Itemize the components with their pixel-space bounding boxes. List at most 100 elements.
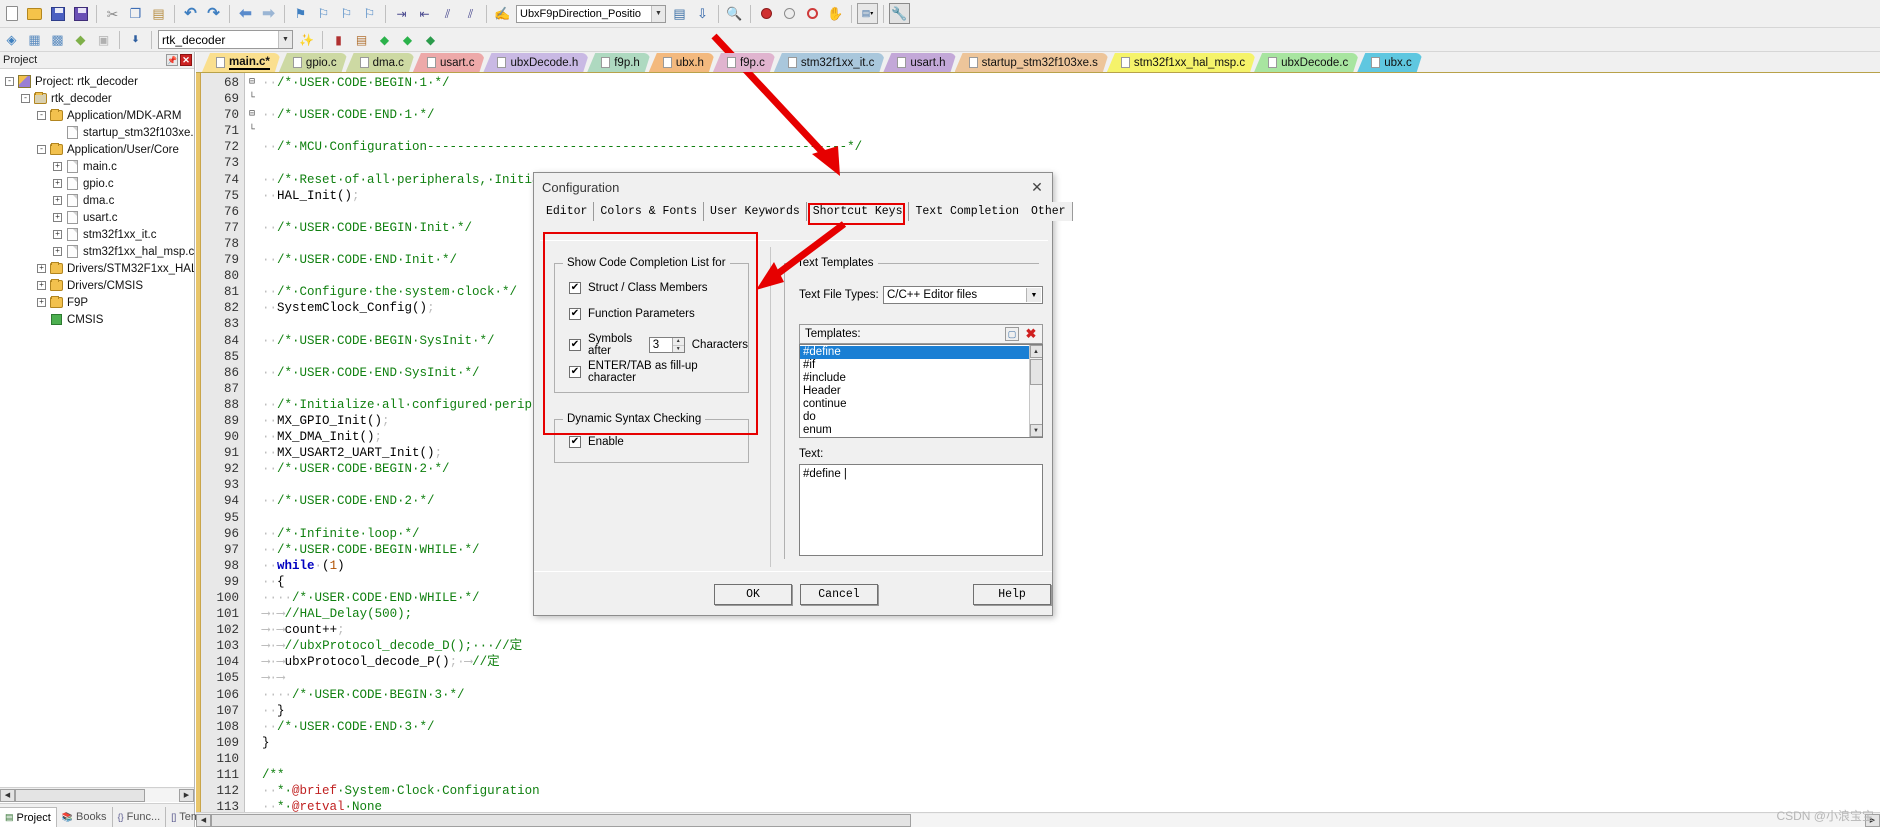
target-select-combo[interactable]: rtk_decoder ▼ [158,30,293,49]
checkbox-symbols-after[interactable]: ✔ Symbols after 3 ▲ ▼ Characters [569,333,748,357]
editor-tab-usarth[interactable]: usart.h [883,53,956,72]
navigate-forward-icon[interactable]: ➡ [258,3,279,24]
scroll-down-icon[interactable]: ▼ [1029,424,1042,437]
expand-icon[interactable]: + [53,213,62,222]
template-list-item[interactable]: do [800,411,1042,424]
pin-icon[interactable]: 📌 [166,54,178,66]
template-list-item[interactable]: Header [800,385,1042,398]
fold-marker[interactable]: ⊟ [245,75,259,91]
checkbox-struct-class-members[interactable]: ✔ Struct / Class Members [569,282,708,294]
editor-tab-stm32f1xx_hal_mspc[interactable]: stm32f1xx_hal_msp.c [1107,53,1256,72]
project-tab-func[interactable]: {} Func... [113,807,167,827]
scroll-left-icon[interactable]: ◀ [196,813,211,827]
project-tab-books[interactable]: 📚 Books [57,807,113,827]
dialog-tab-shortcutkeys[interactable]: Shortcut Keys [806,202,910,221]
rebuild-icon[interactable]: ▩ [47,29,68,50]
dialog-tab-textcompletion[interactable]: Text Completion [909,202,1026,221]
uncomment-icon[interactable]: ⫽ [460,3,481,24]
template-list-item[interactable]: enum [800,424,1042,437]
tree-item[interactable]: CMSIS [3,311,194,328]
tree-item[interactable]: + Drivers/STM32F1xx_HAL_Driv [3,260,194,277]
editor-horizontal-scrollbar[interactable]: ◀ ▶ [196,812,1880,827]
template-list-item[interactable]: #include [800,372,1042,385]
templates-vertical-scrollbar[interactable]: ▲ ▼ [1029,345,1042,437]
paste-icon[interactable]: ▤ [148,3,169,24]
collapse-icon[interactable]: - [21,94,30,103]
scroll-thumb[interactable] [211,813,911,827]
close-icon[interactable]: ✕ [180,54,192,66]
scroll-track[interactable] [15,788,179,802]
checkmark-icon[interactable]: ✔ [569,436,581,448]
checkmark-icon[interactable]: ✔ [569,339,581,351]
open-include-icon[interactable]: ✍ [492,3,513,24]
chevron-down-icon[interactable]: ▼ [278,31,292,48]
disable-breakpoint-icon[interactable] [779,3,800,24]
open-file-icon[interactable] [24,3,45,24]
template-list-item[interactable]: continue [800,398,1042,411]
editor-tab-ubxdecodeh[interactable]: ubxDecode.h [483,53,589,72]
chevron-down-icon[interactable]: ▼ [1026,288,1041,302]
checkmark-icon[interactable]: ✔ [569,282,581,294]
templates-listbox[interactable]: #define #if #include Header continue do enum ▲… [799,344,1043,438]
tree-item[interactable]: + gpio.c [3,175,194,192]
editor-tab-ubxh[interactable]: ubx.h [649,53,715,72]
dialog-tab-editor[interactable]: Editor [540,202,595,221]
collapse-icon[interactable]: - [37,111,46,120]
project-horizontal-scrollbar[interactable]: ◀ ▶ [0,787,194,802]
comment-icon[interactable]: ⫽ [437,3,458,24]
cancel-button[interactable]: Cancel [800,584,878,605]
download-icon[interactable]: ⇩ [692,3,713,24]
pack-installer-icon[interactable]: ◆ [374,29,395,50]
collapse-icon[interactable]: - [37,145,46,154]
fold-marker[interactable]: └ [245,91,259,107]
fold-marker[interactable]: └ [245,123,259,139]
symbols-after-stepper[interactable]: 3 ▲ ▼ [648,337,685,353]
target-options-icon[interactable]: ✨ [296,29,317,50]
chevron-down-icon[interactable]: ▼ [651,5,665,22]
stepper-down-icon[interactable]: ▼ [673,346,684,353]
disable-all-breakpoints-icon[interactable]: ✋ [825,3,846,24]
configuration-icon[interactable]: 🔧 [889,3,910,24]
tree-item[interactable]: + Drivers/CMSIS [3,277,194,294]
tree-item[interactable]: - rtk_decoder [3,90,194,107]
tree-item[interactable]: + stm32f1xx_it.c [3,226,194,243]
batch-build-icon[interactable]: ◆ [70,29,91,50]
template-text-area[interactable]: #define | [799,464,1043,556]
save-all-icon[interactable] [70,3,91,24]
translate-icon[interactable]: ◈ [1,29,22,50]
tree-item[interactable]: + stm32f1xx_hal_msp.c [3,243,194,260]
expand-icon[interactable]: + [37,264,46,273]
expand-icon[interactable]: + [53,247,62,256]
manage-project-items-icon[interactable]: ▮ [328,29,349,50]
load-icon[interactable]: ⬇ [125,29,146,50]
scroll-up-icon[interactable]: ▲ [1029,345,1042,358]
tree-item[interactable]: - Application/User/Core [3,141,194,158]
select-software-packs-icon[interactable]: ◆ [420,29,441,50]
undo-icon[interactable]: ↶ [180,3,201,24]
expand-icon[interactable]: + [53,179,62,188]
checkbox-function-parameters[interactable]: ✔ Function Parameters [569,308,695,320]
checkbox-enter-tab-fillup[interactable]: ✔ ENTER/TAB as fill-up character [569,360,748,384]
insert-file-icon[interactable]: ▤ [669,3,690,24]
source-code-text[interactable]: ··/*·USER·CODE·BEGIN·1·*/ ··/*·USER·CODE… [259,73,1880,812]
checkmark-icon[interactable]: ✔ [569,366,581,378]
expand-icon[interactable]: + [37,298,46,307]
close-icon[interactable]: ✕ [1026,177,1048,197]
scroll-thumb[interactable] [1029,359,1042,385]
expand-icon[interactable]: + [37,281,46,290]
tree-item[interactable]: + main.c [3,158,194,175]
scroll-right-icon[interactable]: ▶ [179,788,194,802]
manage-run-time-icon[interactable]: ◆ [397,29,418,50]
cut-icon[interactable]: ✂ [102,3,123,24]
templates-list[interactable]: #define #if #include Header continue do enum [800,345,1042,437]
help-button[interactable]: Help [973,584,1051,605]
window-layout-icon[interactable]: ▤ ▾ [857,3,878,24]
tree-item[interactable]: - Project: rtk_decoder [3,73,194,90]
save-icon[interactable] [47,3,68,24]
editor-tab-f9pc[interactable]: f9p.c [713,53,776,72]
tree-item[interactable]: + F9P [3,294,194,311]
project-tab-project[interactable]: ▤ Project [0,807,57,827]
tree-item[interactable]: + usart.c [3,209,194,226]
checkbox-enable-syntax-check[interactable]: ✔ Enable [569,436,624,448]
bookmark-next-icon[interactable]: ⚐ [336,3,357,24]
